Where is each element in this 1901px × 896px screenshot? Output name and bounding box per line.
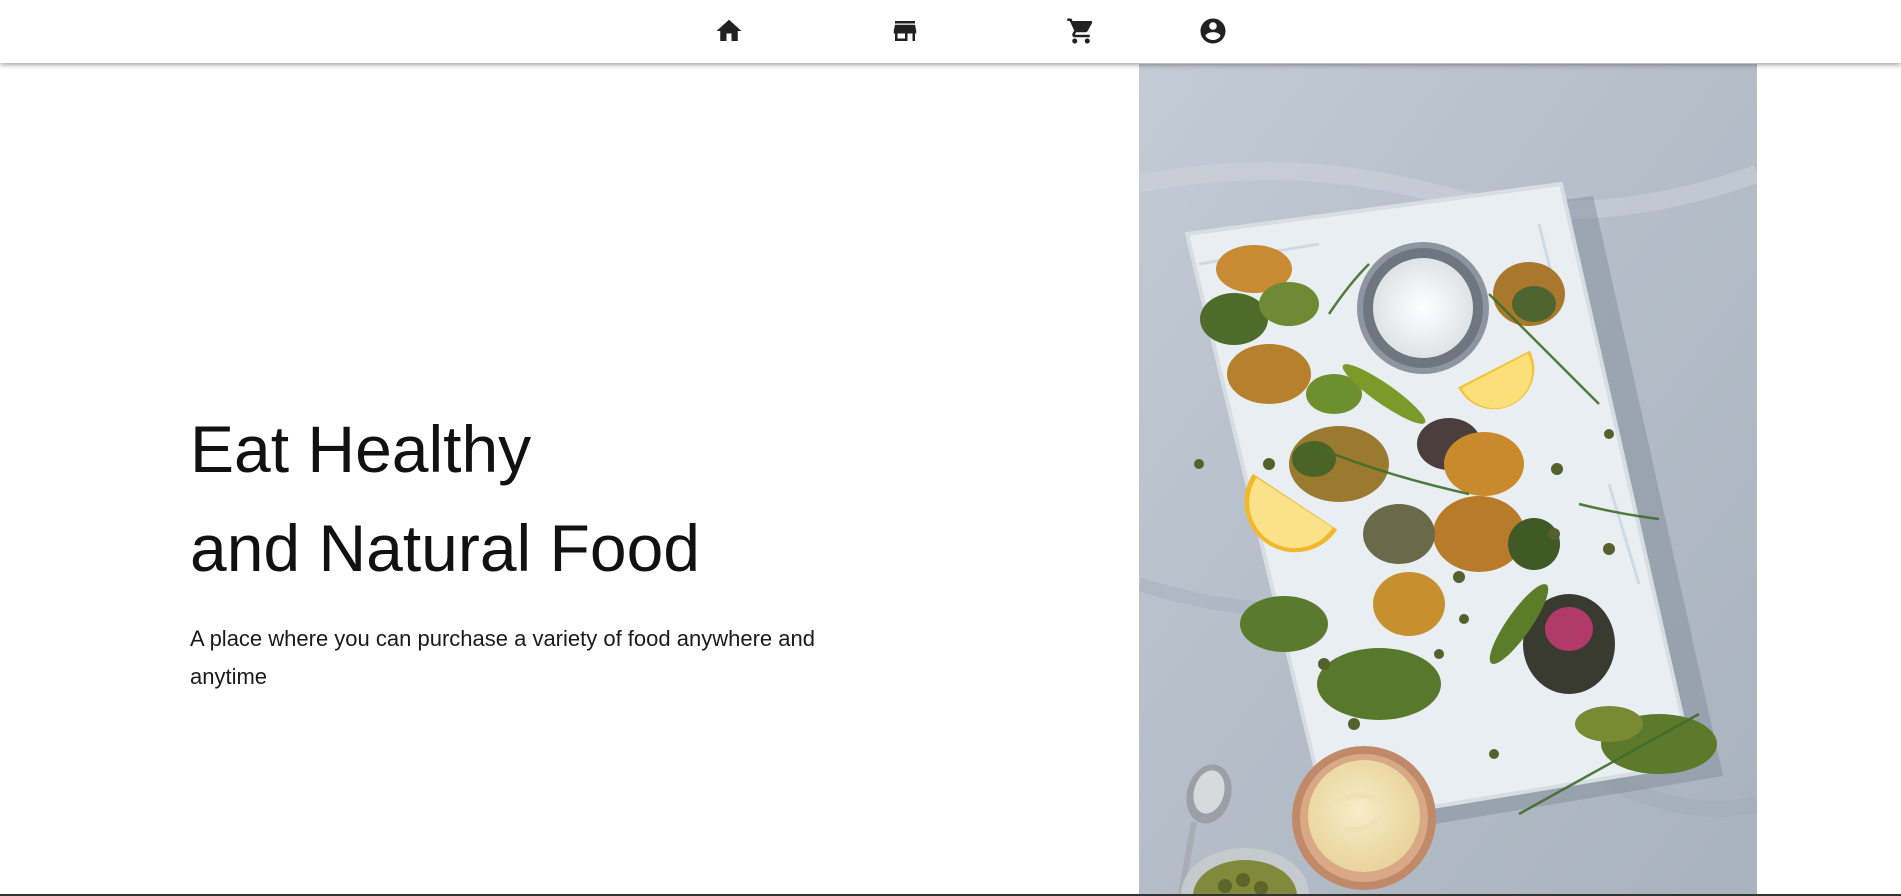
top-navbar <box>0 0 1901 63</box>
nav-cart-button[interactable] <box>1060 10 1102 52</box>
store-icon <box>893 21 917 41</box>
mayo-bowl <box>1292 746 1436 890</box>
hero-title-line2: and Natural Food <box>190 511 700 585</box>
food-platter-illustration <box>1139 64 1757 896</box>
hero-title: Eat Healthy and Natural Food <box>190 400 870 598</box>
nav-home-button[interactable] <box>708 10 750 52</box>
salt-bowl <box>1357 242 1489 374</box>
shopping-cart-icon <box>1067 18 1093 44</box>
hero-title-line1: Eat Healthy <box>190 412 532 486</box>
hero-section: Eat Healthy and Natural Food A place whe… <box>190 400 870 696</box>
hero-subtitle: A place where you can purchase a variety… <box>190 626 815 689</box>
home-icon <box>716 19 742 41</box>
account-circle-icon <box>1200 18 1226 44</box>
food-platter-photo <box>1139 64 1757 896</box>
nav-account-button[interactable] <box>1192 10 1234 52</box>
page: Eat Healthy and Natural Food A place whe… <box>0 0 1901 896</box>
nav-store-button[interactable] <box>884 10 926 52</box>
